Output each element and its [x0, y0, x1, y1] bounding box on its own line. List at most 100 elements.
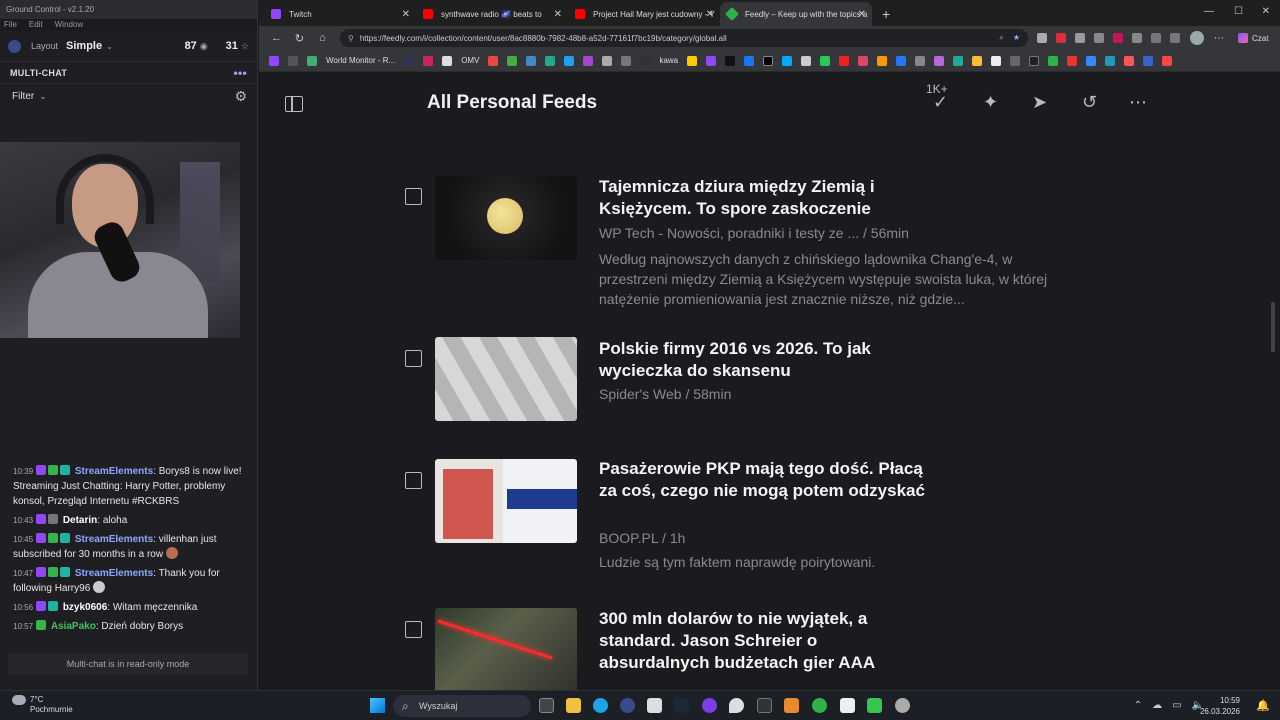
ai-sparkle-icon[interactable]: ✦: [983, 92, 998, 113]
task-view-icon[interactable]: [539, 698, 554, 713]
bookmark-icon[interactable]: [404, 55, 415, 66]
bookmark-icon[interactable]: [526, 55, 537, 66]
store-icon[interactable]: [647, 698, 662, 713]
close-icon[interactable]: ✕: [858, 9, 866, 20]
gear-icon[interactable]: ⚙: [234, 88, 247, 105]
more-options-icon[interactable]: •••: [233, 66, 247, 80]
article-checkbox[interactable]: [405, 621, 422, 638]
article-source[interactable]: WP Tech - Nowości, poradniki i testy ze …: [599, 225, 909, 241]
bookmark-icon[interactable]: [1143, 55, 1154, 66]
bookmark-kawa[interactable]: kawa: [659, 56, 678, 65]
bookmark-icon[interactable]: [725, 55, 736, 66]
onedrive-icon[interactable]: ☁: [1152, 700, 1162, 711]
tray-overflow-icon[interactable]: ⌃: [1134, 700, 1142, 711]
home-button[interactable]: ⌂: [311, 32, 334, 44]
article-checkbox[interactable]: [405, 472, 422, 489]
close-window-icon[interactable]: ✕: [1262, 6, 1270, 17]
address-bar[interactable]: ⚲ https://feedly.com/i/collection/conten…: [340, 29, 1028, 47]
app-icon[interactable]: [784, 698, 799, 713]
tab-feedly[interactable]: Feedly – Keep up with the topics a ✕: [720, 2, 872, 26]
article-thumbnail[interactable]: [435, 176, 577, 260]
taskbar-clock[interactable]: 10:59 26.03.2026: [1200, 695, 1240, 717]
menu-icon[interactable]: ⋯: [1214, 33, 1224, 44]
bookmark-icon[interactable]: [953, 55, 964, 66]
scrollbar[interactable]: [1271, 302, 1275, 352]
mark-as-read-icon[interactable]: ✓: [933, 92, 948, 113]
back-button[interactable]: ←: [265, 32, 288, 44]
article-title[interactable]: Polskie firmy 2016 vs 2026. To jak wycie…: [599, 338, 929, 382]
start-button[interactable]: [370, 698, 385, 713]
reload-button[interactable]: ↻: [288, 32, 311, 45]
weather-widget[interactable]: 7°C Pochmurnie: [12, 695, 73, 715]
article-source[interactable]: Spider's Web / 58min: [599, 386, 731, 402]
close-icon[interactable]: ✕: [706, 9, 714, 20]
extension-icon[interactable]: [1056, 33, 1066, 43]
bookmark-icon[interactable]: [915, 55, 926, 66]
menu-file[interactable]: File: [4, 19, 17, 31]
menu-window[interactable]: Window: [55, 19, 83, 31]
bookmark-icon[interactable]: [564, 55, 575, 66]
article-title[interactable]: Pasażerowie PKP mają tego dość. Płacą za…: [599, 458, 929, 502]
sidebar-toggle-icon[interactable]: [285, 96, 303, 112]
article-item[interactable]: Tajemnicza dziura między Ziemią i Księży…: [405, 176, 1047, 326]
article-thumbnail[interactable]: [435, 608, 577, 690]
bookmark-icon[interactable]: [1029, 55, 1040, 66]
tab-synthwave[interactable]: synthwave radio 🌌 beats to ✕: [416, 2, 568, 26]
bookmark-icon[interactable]: [991, 55, 1002, 66]
bookmark-icon[interactable]: [1086, 55, 1097, 66]
refresh-icon[interactable]: ↺: [1082, 92, 1097, 113]
article-checkbox[interactable]: [405, 188, 422, 205]
bookmark-icon[interactable]: [934, 55, 945, 66]
ground-control-icon[interactable]: [620, 698, 635, 713]
article-checkbox[interactable]: [405, 350, 422, 367]
bookmark-omv[interactable]: OMV: [461, 56, 479, 65]
bookmark-icon[interactable]: [602, 55, 613, 66]
extension-icon[interactable]: [1037, 33, 1047, 43]
bookmark-icon[interactable]: [858, 55, 869, 66]
taskbar-search[interactable]: Wyszukaj: [393, 695, 531, 717]
extensions-icon[interactable]: [1132, 33, 1142, 43]
bookmark-amazon-icon[interactable]: [877, 55, 888, 66]
extension-icon[interactable]: [1075, 33, 1085, 43]
profile-avatar[interactable]: [1190, 31, 1204, 45]
bookmark-icon[interactable]: [801, 55, 812, 66]
bookmark-icon[interactable]: [488, 55, 499, 66]
bookmark-icon[interactable]: [288, 55, 298, 66]
layout-select[interactable]: Simple: [66, 40, 102, 52]
bookmark-icon[interactable]: [1048, 55, 1059, 66]
article-item[interactable]: Pasażerowie PKP mają tego dość. Płacą za…: [405, 458, 965, 590]
app-icon[interactable]: [702, 698, 717, 713]
bookmark-icon[interactable]: [545, 55, 556, 66]
bookmark-icon[interactable]: [972, 55, 983, 66]
bookmark-icon[interactable]: [1105, 55, 1116, 66]
bookmark-icon[interactable]: [687, 55, 698, 66]
bookmark-world-monitor[interactable]: World Monitor - R...: [326, 56, 395, 65]
share-send-icon[interactable]: ➤: [1032, 92, 1047, 113]
bookmark-icon[interactable]: [820, 55, 831, 66]
bookmark-icon[interactable]: [896, 55, 907, 66]
bookmark-icon[interactable]: [1124, 55, 1135, 66]
edge-icon[interactable]: [593, 698, 608, 713]
site-info-icon[interactable]: ⚲: [348, 34, 354, 43]
maps-icon[interactable]: [729, 698, 744, 713]
app-icon[interactable]: [867, 698, 882, 713]
more-icon[interactable]: ⋯: [1129, 92, 1147, 113]
article-item[interactable]: Polskie firmy 2016 vs 2026. To jak wycie…: [405, 337, 965, 438]
bookmark-icon[interactable]: [1162, 55, 1173, 66]
article-item[interactable]: 300 mln dolarów to nie wyjątek, a standa…: [405, 608, 965, 690]
extension-icon[interactable]: [1094, 33, 1104, 43]
tab-twitch[interactable]: Twitch ✕: [264, 2, 416, 26]
downloads-icon[interactable]: [1170, 33, 1180, 43]
zoom-icon[interactable]: ⌕: [999, 33, 1003, 43]
bookmark-icon[interactable]: [1010, 55, 1021, 66]
app-icon[interactable]: [895, 698, 910, 713]
article-title[interactable]: 300 mln dolarów to nie wyjątek, a standa…: [599, 608, 929, 674]
app-icon[interactable]: [840, 698, 855, 713]
article-thumbnail[interactable]: [435, 459, 577, 543]
bookmark-star-icon[interactable]: ★: [1013, 33, 1020, 43]
xbox-icon[interactable]: [812, 698, 827, 713]
chat-button[interactable]: Czat: [1252, 34, 1268, 43]
new-tab-button[interactable]: +: [872, 2, 900, 26]
tab-project-hail-mary[interactable]: Project Hail Mary jest cudowny - Y ✕: [568, 2, 720, 26]
maximize-icon[interactable]: ☐: [1234, 6, 1243, 17]
